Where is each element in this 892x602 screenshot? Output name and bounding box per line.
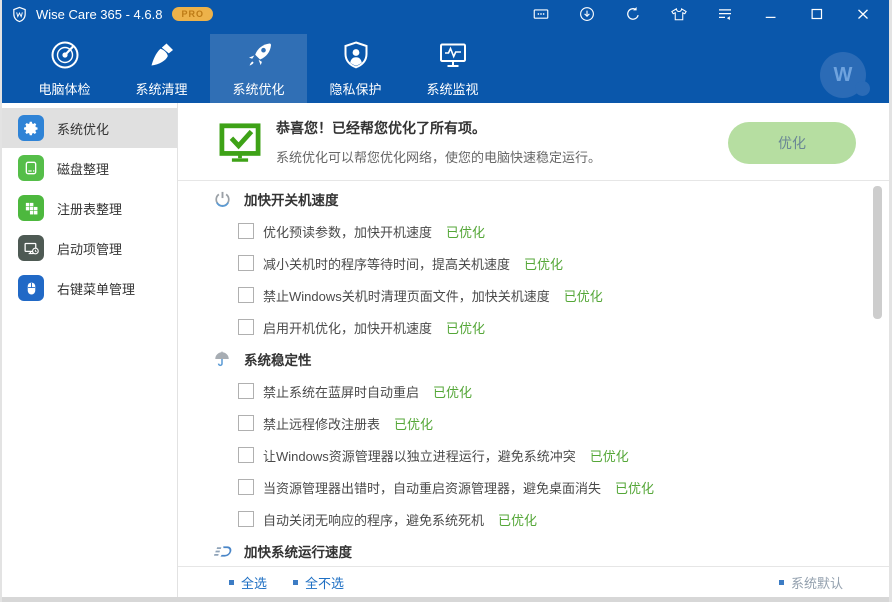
main-panel: 恭喜您！已经帮您优化了所有项。 系统优化可以帮您优化网络，使您的电脑快速稳定运行… [178,103,889,597]
account-avatar[interactable]: W [820,52,866,98]
item-checkbox[interactable] [238,255,254,271]
theme-icon[interactable] [670,5,688,23]
tweak-item: 自动关闭无响应的程序，避免系统死机 已优化 [178,503,889,535]
bullet-icon [779,580,784,585]
sidebar-item-2[interactable]: 注册表整理 [2,188,177,228]
window-bottom-edge [2,597,889,602]
optimized-badge: 已优化 [524,254,563,273]
tweak-item: 让Windows资源管理器以独立进程运行，避免系统冲突 已优化 [178,439,889,471]
optimized-badge: 已优化 [498,510,537,529]
item-checkbox[interactable] [238,383,254,399]
wise-care-window: Wise Care 365 - 4.6.8 PRO 电脑体检 系统清理 系统优化… [0,0,892,602]
item-checkbox[interactable] [238,319,254,335]
scrollbar-thumb[interactable] [873,186,882,319]
result-header: 恭喜您！已经帮您优化了所有项。 系统优化可以帮您优化网络，使您的电脑快速稳定运行… [178,103,889,181]
tweak-item: 禁止远程修改注册表 已优化 [178,407,889,439]
tweak-list: 加快开关机速度 优化预读参数，加快开机速度 已优化 减小关机时的程序等待时间，提… [178,181,889,566]
nav-tab-1[interactable]: 系统清理 [113,34,210,103]
nav-tabs: 电脑体检 系统清理 系统优化 隐私保护 系统监视 [16,28,501,103]
optimize-button[interactable]: 优化 [728,122,856,164]
section-header: 加快开关机速度 [178,183,889,215]
system-default-link[interactable]: 系统默认 [779,573,843,592]
feedback-icon[interactable] [532,5,550,23]
pro-badge: PRO [172,7,213,21]
optimized-badge: 已优化 [446,222,485,241]
minimize-icon[interactable] [762,5,780,23]
tweak-item: 优化预读参数，加快开机速度 已优化 [178,215,889,247]
mouse-icon [18,275,44,301]
monitor-pulse-icon [437,38,469,72]
optimized-badge: 已优化 [564,286,603,305]
item-checkbox[interactable] [238,479,254,495]
titlebar-actions [532,5,889,23]
sidebar-item-0[interactable]: 系统优化 [2,108,177,148]
menu-icon[interactable] [716,5,734,23]
disk-icon [18,155,44,181]
app-logo-shield-icon [11,6,28,23]
section-header: 系统稳定性 [178,343,889,375]
list-footer: 全选 全不选 系统默认 [178,566,889,597]
speed-icon [211,544,233,559]
tweak-item: 当资源管理器出错时，自动重启资源管理器，避免桌面消失 已优化 [178,471,889,503]
optimized-badge: 已优化 [394,414,433,433]
select-none-link[interactable]: 全不选 [293,573,344,592]
umbrella-icon [211,350,233,368]
radar-icon [49,38,81,72]
item-checkbox[interactable] [238,511,254,527]
select-all-link[interactable]: 全选 [229,573,267,592]
window-title: Wise Care 365 - 4.6.8 [36,7,162,22]
item-checkbox[interactable] [238,287,254,303]
rocket-icon [242,38,276,72]
tweak-item: 减小关机时的程序等待时间，提高关机速度 已优化 [178,247,889,279]
optimized-badge: 已优化 [615,478,654,497]
bullet-icon [229,580,234,585]
tweak-item: 禁止Windows关机时清理页面文件，加快关机速度 已优化 [178,279,889,311]
item-checkbox[interactable] [238,415,254,431]
power-icon [211,190,233,209]
section-header: 加快系统运行速度 [178,535,889,566]
update-icon[interactable] [578,5,596,23]
sidebar-item-3[interactable]: 启动项管理 [2,228,177,268]
result-title: 恭喜您！已经帮您优化了所有项。 [276,118,601,138]
sidebar-item-4[interactable]: 右键菜单管理 [2,268,177,308]
optimized-badge: 已优化 [433,382,472,401]
top-nav: 电脑体检 系统清理 系统优化 隐私保护 系统监视 W [2,28,889,103]
broom-icon [146,38,178,72]
nav-tab-3[interactable]: 隐私保护 [307,34,404,103]
result-subtitle: 系统优化可以帮您优化网络，使您的电脑快速稳定运行。 [276,147,601,166]
tweak-item: 禁止系统在蓝屏时自动重启 已优化 [178,375,889,407]
nav-tab-0[interactable]: 电脑体检 [16,34,113,103]
bullet-icon [293,580,298,585]
item-checkbox[interactable] [238,223,254,239]
sidebar: 系统优化 磁盘整理 注册表整理 启动项管理 右键菜单管理 [2,103,178,597]
optimized-badge: 已优化 [590,446,629,465]
nav-tab-4[interactable]: 系统监视 [404,34,501,103]
registry-grid-icon [18,195,44,221]
close-icon[interactable] [854,5,872,23]
titlebar: Wise Care 365 - 4.6.8 PRO [2,0,889,28]
startup-monitor-icon [18,235,44,261]
maximize-icon[interactable] [808,5,826,23]
nav-tab-2[interactable]: 系统优化 [210,34,307,103]
shield-person-icon [340,38,372,72]
sidebar-item-1[interactable]: 磁盘整理 [2,148,177,188]
refresh-icon[interactable] [624,5,642,23]
optimized-badge: 已优化 [446,318,485,337]
gear-wrench-icon [18,115,44,141]
monitor-check-icon [218,122,262,162]
item-checkbox[interactable] [238,447,254,463]
tweak-item: 启用开机优化，加快开机速度 已优化 [178,311,889,343]
